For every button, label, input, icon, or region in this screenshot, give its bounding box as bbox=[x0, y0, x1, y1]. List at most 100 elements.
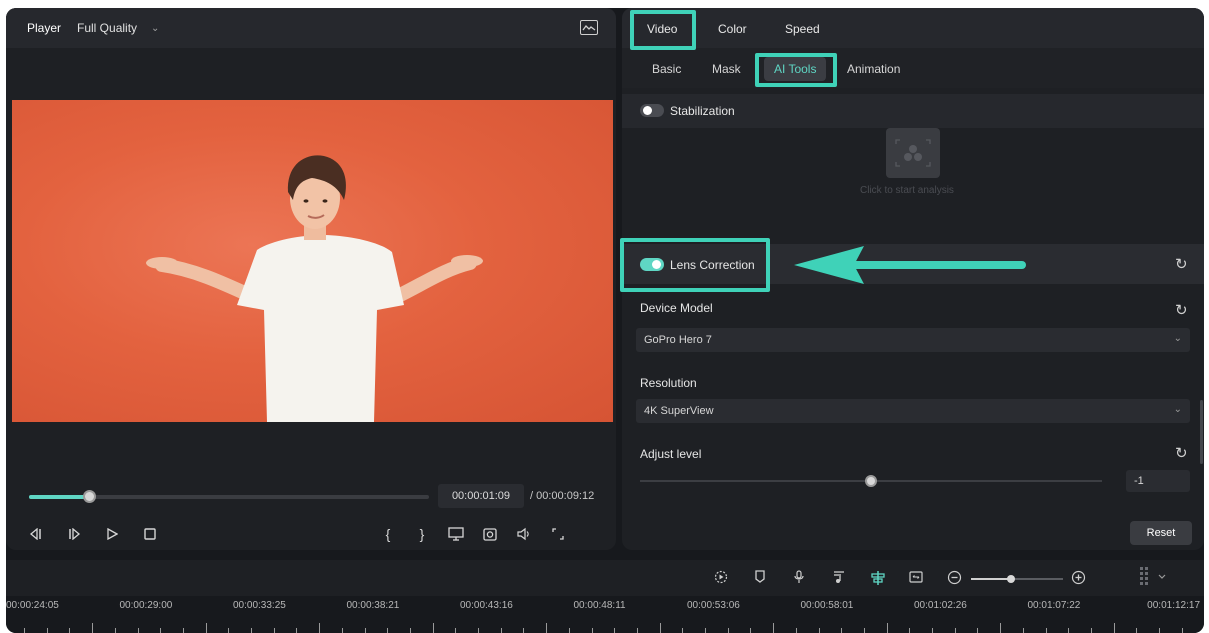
device-model-value: GoPro Hero 7 bbox=[644, 334, 712, 346]
video-preview bbox=[12, 100, 613, 422]
display-icon[interactable] bbox=[446, 524, 466, 544]
ruler-tick bbox=[409, 628, 411, 633]
panel-scrollbar[interactable] bbox=[1200, 400, 1203, 464]
ruler-tick bbox=[523, 628, 525, 633]
secondary-tab-bar bbox=[622, 48, 1204, 88]
quality-dropdown[interactable]: Full Quality ⌄ bbox=[77, 21, 159, 35]
stabilization-toggle[interactable] bbox=[640, 104, 664, 117]
snapshot-icon[interactable] bbox=[480, 524, 500, 544]
ruler-tick bbox=[387, 628, 389, 633]
ruler-label: 00:01:12:17 bbox=[1147, 600, 1200, 611]
ruler-tick bbox=[886, 623, 888, 633]
fit-icon[interactable] bbox=[909, 570, 923, 587]
ruler-label: 00:01:02:26 bbox=[914, 600, 967, 611]
tab-speed[interactable]: Speed bbox=[785, 22, 820, 36]
music-icon[interactable] bbox=[833, 570, 845, 587]
quality-label: Full Quality bbox=[77, 21, 138, 35]
tab-basic[interactable]: Basic bbox=[652, 62, 681, 76]
properties-panel: Video Color Speed Basic Mask AI Tools An… bbox=[620, 8, 1204, 550]
next-frame-icon[interactable] bbox=[64, 524, 84, 544]
ruler-tick bbox=[1022, 628, 1024, 633]
zoom-in-icon[interactable] bbox=[1071, 570, 1086, 588]
zoom-slider-handle[interactable] bbox=[1006, 575, 1015, 583]
scrubber-progress bbox=[29, 495, 89, 499]
current-time[interactable]: 00:00:01:09 bbox=[438, 484, 524, 508]
ruler-tick bbox=[319, 623, 321, 633]
ruler-tick bbox=[432, 623, 434, 633]
ruler-tick bbox=[182, 628, 184, 633]
ruler-tick bbox=[773, 623, 775, 633]
ruler-tick bbox=[251, 628, 252, 633]
ruler-tick bbox=[727, 628, 729, 633]
image-icon[interactable] bbox=[580, 20, 598, 35]
ruler-tick bbox=[160, 628, 162, 633]
ruler-tick bbox=[750, 628, 752, 633]
adjust-level-input[interactable]: -1 bbox=[1126, 470, 1190, 492]
chevron-down-icon: ⌄ bbox=[1173, 333, 1182, 344]
toggle-knob bbox=[643, 106, 652, 115]
ruler-tick bbox=[1159, 628, 1160, 633]
stabilization-label: Stabilization bbox=[670, 104, 735, 118]
marker-icon[interactable] bbox=[754, 570, 766, 587]
ruler-tick bbox=[1113, 623, 1115, 633]
resolution-select[interactable]: 4K SuperView ⌄ bbox=[636, 399, 1190, 423]
ruler-tick bbox=[1045, 628, 1047, 633]
snap-icon[interactable] bbox=[870, 570, 886, 589]
prev-frame-icon[interactable] bbox=[26, 524, 46, 544]
ruler-tick bbox=[932, 628, 933, 633]
play-icon[interactable] bbox=[102, 524, 122, 544]
ruler-tick bbox=[1136, 628, 1138, 633]
volume-icon[interactable] bbox=[514, 524, 534, 544]
mark-out-icon[interactable]: } bbox=[412, 524, 432, 544]
ruler-tick bbox=[114, 628, 116, 633]
playback-scrubber[interactable] bbox=[29, 490, 429, 503]
timeline-ruler[interactable]: 00:00:24:05 00:00:29:00 00:00:33:25 00:00:3… bbox=[6, 596, 1204, 633]
device-model-select[interactable]: GoPro Hero 7 ⌄ bbox=[636, 328, 1190, 352]
tab-mask[interactable]: Mask bbox=[712, 62, 741, 76]
device-reset-icon[interactable]: ↻ bbox=[1175, 301, 1188, 319]
ruler-tick bbox=[818, 628, 820, 633]
ai-tools-highlight bbox=[755, 53, 837, 87]
ruler-tick bbox=[1068, 628, 1070, 633]
ruler-tick bbox=[954, 628, 956, 633]
start-analysis-button[interactable] bbox=[886, 128, 940, 178]
ruler-tick bbox=[24, 628, 25, 633]
player-header: Player Full Quality ⌄ bbox=[6, 8, 616, 48]
reset-button[interactable]: Reset bbox=[1130, 521, 1192, 545]
chevron-down-icon: ⌄ bbox=[151, 22, 160, 34]
ruler-label: 00:01:07:22 bbox=[1027, 600, 1081, 611]
scrubber-handle[interactable] bbox=[83, 490, 96, 503]
ruler-tick bbox=[296, 628, 298, 633]
ruler-tick bbox=[659, 623, 661, 633]
ruler-label: 00:00:43:16 bbox=[460, 600, 513, 611]
stop-icon[interactable] bbox=[140, 524, 160, 544]
lens-reset-icon[interactable]: ↻ bbox=[1175, 255, 1188, 273]
ruler-tick bbox=[863, 628, 865, 633]
ruler-tick bbox=[364, 628, 366, 633]
grid-icon[interactable] bbox=[1139, 566, 1169, 589]
ruler-tick bbox=[228, 628, 230, 633]
chevron-down-icon: ⌄ bbox=[1173, 404, 1182, 415]
ruler-tick bbox=[1000, 623, 1002, 633]
ruler-tick bbox=[1181, 628, 1183, 633]
ruler-tick bbox=[682, 628, 684, 633]
tab-color[interactable]: Color bbox=[718, 22, 747, 36]
video-tab-highlight bbox=[630, 10, 696, 50]
mark-in-icon[interactable]: { bbox=[378, 524, 398, 544]
zoom-out-icon[interactable] bbox=[947, 570, 962, 588]
fullscreen-icon[interactable] bbox=[548, 524, 568, 544]
adjust-level-handle[interactable] bbox=[865, 475, 877, 487]
ruler-label: 00:00:24:05 bbox=[6, 600, 59, 611]
zoom-slider-fill bbox=[971, 578, 1011, 580]
ruler-tick bbox=[614, 628, 616, 633]
ruler-tick bbox=[1090, 628, 1092, 633]
ruler-label: 00:00:33:25 bbox=[233, 600, 286, 611]
adjust-level-slider[interactable] bbox=[640, 475, 1102, 487]
resolution-label: Resolution bbox=[640, 376, 697, 390]
mic-icon[interactable] bbox=[793, 570, 805, 587]
ruler-tick bbox=[546, 623, 548, 633]
render-icon[interactable] bbox=[714, 570, 728, 587]
adjust-reset-icon[interactable]: ↻ bbox=[1175, 444, 1188, 462]
zoom-slider[interactable] bbox=[971, 575, 1063, 583]
tab-animation[interactable]: Animation bbox=[847, 62, 900, 76]
